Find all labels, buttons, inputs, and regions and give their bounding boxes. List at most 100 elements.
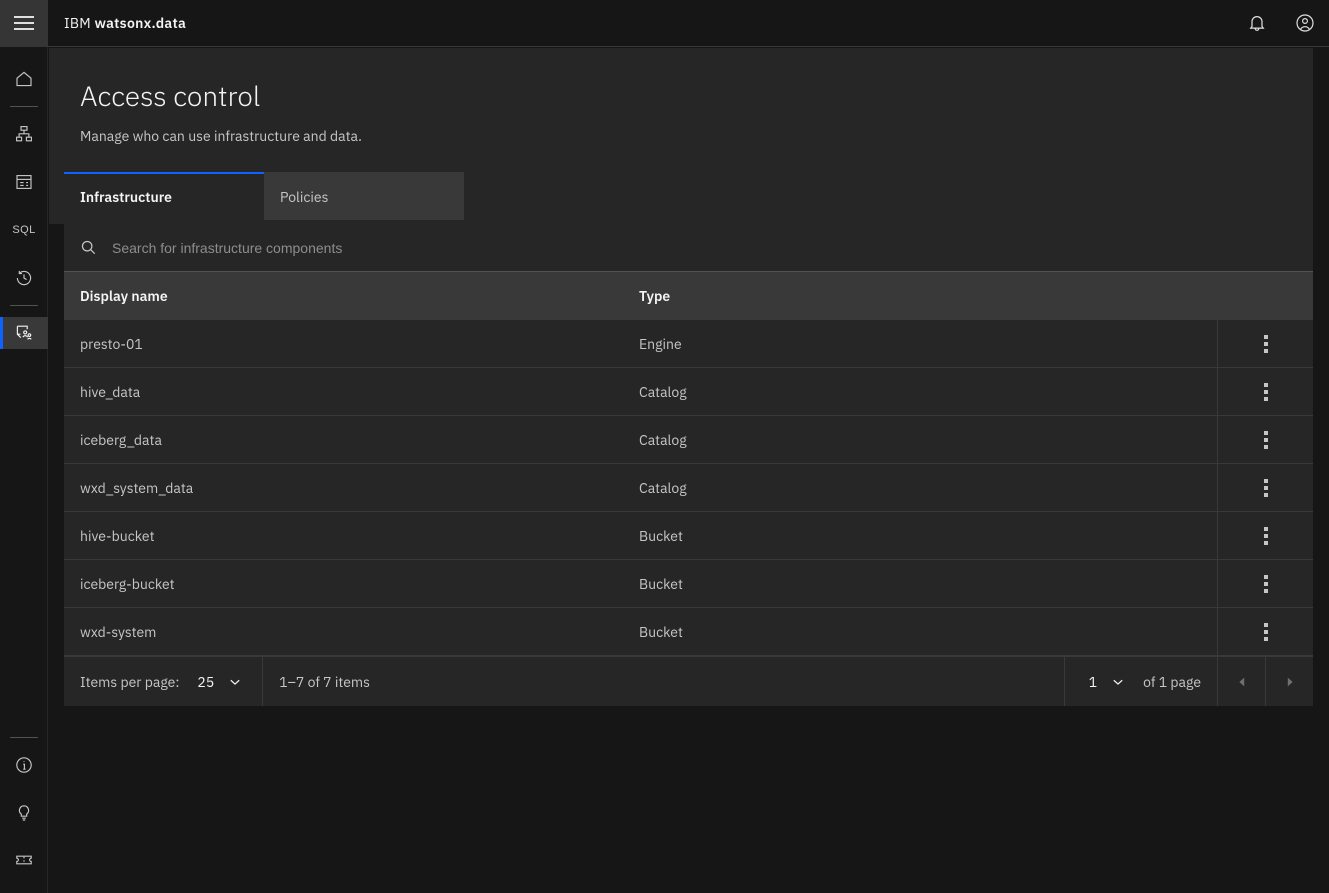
notification-bell-icon[interactable] — [1233, 0, 1281, 47]
sql-icon: SQL — [12, 224, 36, 236]
kebab-dots — [1263, 334, 1268, 353]
kebab-dots — [1263, 478, 1268, 497]
page-number-select[interactable]: 1 — [1081, 669, 1129, 695]
column-header-display-name[interactable]: Display name — [64, 287, 639, 305]
search-input[interactable] — [112, 239, 1313, 256]
data-table-icon — [16, 175, 32, 189]
pagination-range: 1–7 of 7 items — [263, 657, 1063, 706]
overflow-menu-vertical-icon[interactable] — [1217, 608, 1313, 655]
cell-type: Engine — [639, 334, 682, 353]
kebab-dots — [1263, 526, 1268, 545]
sidebar-item-whats-new[interactable] — [0, 797, 48, 829]
table-row[interactable]: hive_data Catalog — [64, 368, 1313, 416]
sidebar-item-data-manager[interactable] — [0, 166, 48, 198]
table-header-row: Display name Type — [64, 272, 1313, 320]
left-nav-rail: SQL — [0, 47, 48, 893]
rail-divider-3 — [10, 737, 38, 738]
history-clock-icon — [16, 270, 32, 286]
search-icon — [64, 239, 112, 256]
cell-type: Catalog — [639, 382, 687, 401]
overflow-menu-vertical-icon[interactable] — [1217, 416, 1313, 463]
cell-type: Catalog — [639, 478, 687, 497]
access-control-shield-user-icon — [16, 325, 32, 340]
kebab-dots — [1263, 430, 1268, 449]
hamburger-lines — [14, 16, 34, 30]
overflow-menu-vertical-icon[interactable] — [1217, 320, 1313, 367]
sidebar-item-access-control[interactable] — [0, 317, 48, 349]
rail-bottom-group — [0, 726, 47, 893]
brand-name: watsonx.data — [94, 14, 187, 32]
cell-type: Bucket — [639, 622, 683, 641]
kebab-dots — [1263, 622, 1268, 641]
pagination-range-text: 1–7 of 7 items — [279, 672, 370, 691]
cell-display-name: iceberg_data — [80, 430, 162, 449]
overflow-menu-vertical-icon[interactable] — [1217, 560, 1313, 607]
information-icon — [16, 757, 32, 773]
sidebar-item-query-workspace[interactable]: SQL — [0, 214, 48, 246]
chevron-down-icon — [230, 679, 240, 685]
global-header: IBM watsonx.data — [0, 0, 1329, 47]
lightbulb-icon — [18, 805, 30, 821]
sidebar-item-home[interactable] — [0, 63, 48, 95]
sidebar-item-support[interactable] — [0, 845, 48, 877]
items-per-page-label: Items per page: — [80, 672, 180, 691]
pagination-arrows — [1217, 657, 1313, 706]
overflow-menu-vertical-icon[interactable] — [1217, 368, 1313, 415]
items-per-page-group: Items per page: 25 — [64, 657, 264, 706]
sidebar-item-query-history[interactable] — [0, 262, 48, 294]
hamburger-menu-icon[interactable] — [0, 0, 48, 47]
cell-display-name: hive_data — [80, 382, 141, 401]
table-row[interactable]: presto-01 Engine — [64, 320, 1313, 368]
tab-infrastructure-label: Infrastructure — [80, 188, 172, 206]
tab-bar: Infrastructure Policies — [49, 172, 1313, 224]
cell-display-name: wxd_system_data — [80, 478, 194, 497]
rail-divider-1 — [10, 106, 38, 107]
kebab-dots — [1263, 574, 1268, 593]
page-select-group: 1 of 1 page — [1063, 657, 1217, 706]
overflow-menu-vertical-icon[interactable] — [1217, 512, 1313, 559]
main-content: Access control Manage who can use infras… — [49, 48, 1313, 893]
tab-infrastructure[interactable]: Infrastructure — [64, 172, 264, 220]
infrastructure-table: Display name Type presto-01 Engine hive_… — [64, 272, 1313, 656]
table-row[interactable]: hive-bucket Bucket — [64, 512, 1313, 560]
brand-title[interactable]: IBM watsonx.data — [64, 14, 186, 32]
sidebar-item-infrastructure-manager[interactable] — [0, 118, 48, 150]
tab-policies-label: Policies — [280, 188, 329, 206]
cell-type: Catalog — [639, 430, 687, 449]
current-page-value: 1 — [1088, 672, 1098, 691]
caret-right-icon[interactable] — [1265, 657, 1313, 706]
rail-top-group: SQL — [0, 47, 48, 349]
cell-type: Bucket — [639, 526, 683, 545]
kebab-dots — [1263, 382, 1268, 401]
tab-policies[interactable]: Policies — [264, 172, 464, 220]
page-header: Access control Manage who can use infras… — [49, 48, 1313, 172]
cell-type: Bucket — [639, 574, 683, 593]
search-bar[interactable] — [64, 224, 1313, 272]
sidebar-item-information[interactable] — [0, 749, 48, 781]
items-per-page-value: 25 — [197, 672, 215, 691]
rail-divider-2 — [10, 305, 38, 306]
cell-display-name: hive-bucket — [80, 526, 155, 545]
user-avatar-icon[interactable] — [1281, 0, 1329, 47]
items-per-page-select[interactable]: 25 — [189, 669, 246, 695]
brand-prefix: IBM — [64, 14, 91, 32]
table-row[interactable]: wxd_system_data Catalog — [64, 464, 1313, 512]
infrastructure-hierarchy-icon — [16, 126, 32, 142]
total-pages-label: of 1 page — [1143, 672, 1201, 691]
home-icon — [16, 71, 32, 87]
cell-display-name: presto-01 — [80, 334, 143, 353]
cell-display-name: wxd-system — [80, 622, 157, 641]
overflow-menu-vertical-icon[interactable] — [1217, 464, 1313, 511]
page-subtitle: Manage who can use infrastructure and da… — [80, 127, 362, 145]
table-row[interactable]: iceberg-bucket Bucket — [64, 560, 1313, 608]
pagination-bar: Items per page: 25 1–7 of 7 items 1 of 1… — [64, 656, 1313, 706]
table-row[interactable]: wxd-system Bucket — [64, 608, 1313, 656]
chevron-down-icon — [1113, 679, 1123, 685]
header-actions — [1233, 0, 1329, 47]
column-header-type[interactable]: Type — [639, 287, 1217, 305]
cell-display-name: iceberg-bucket — [80, 574, 175, 593]
caret-left-icon[interactable] — [1217, 657, 1265, 706]
table-row[interactable]: iceberg_data Catalog — [64, 416, 1313, 464]
page-title: Access control — [80, 77, 261, 114]
ticket-support-icon — [16, 855, 32, 865]
